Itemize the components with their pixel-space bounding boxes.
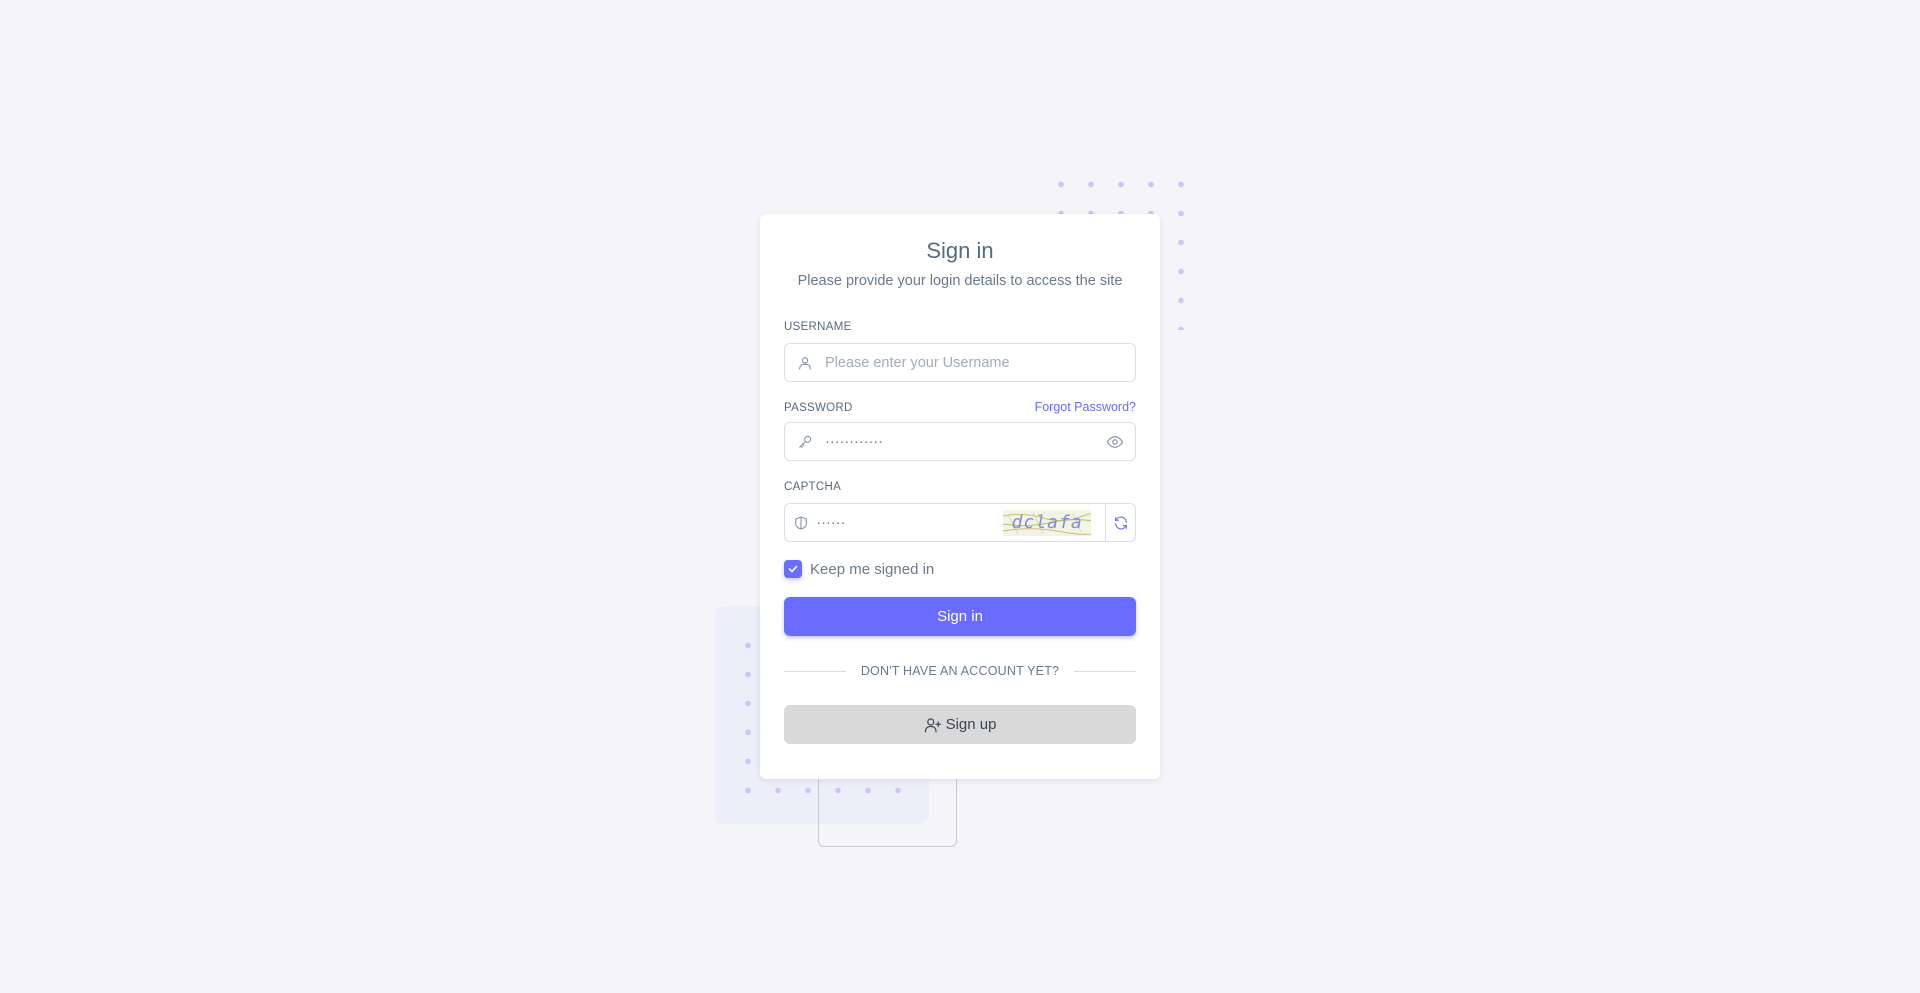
divider-line-left xyxy=(784,670,846,672)
user-plus-icon xyxy=(924,717,941,732)
captcha-label: CAPTCHA xyxy=(784,481,842,493)
captcha-image-text: dclafa xyxy=(1011,512,1083,533)
password-input[interactable] xyxy=(825,423,1095,460)
signin-card: Sign in Please provide your login detail… xyxy=(760,214,1160,779)
password-group: PASSWORD Forgot Password? xyxy=(784,400,1136,461)
eye-icon[interactable] xyxy=(1095,423,1135,460)
refresh-captcha-button[interactable] xyxy=(1105,504,1135,541)
captcha-field[interactable]: dclafa xyxy=(784,503,1136,542)
username-label: USERNAME xyxy=(784,321,852,333)
divider: DON'T HAVE AN ACCOUNT YET? xyxy=(784,664,1137,678)
username-group: USERNAME xyxy=(784,321,1136,382)
captcha-group: CAPTCHA dclafa xyxy=(784,481,1136,542)
user-icon xyxy=(785,344,825,381)
username-field[interactable] xyxy=(784,343,1136,382)
captcha-input[interactable] xyxy=(816,504,1004,541)
page-subtitle: Please provide your login details to acc… xyxy=(797,273,1123,289)
remember-row: Keep me signed in xyxy=(784,560,1136,578)
shield-icon xyxy=(785,504,816,541)
password-field[interactable] xyxy=(784,422,1136,461)
remember-label[interactable]: Keep me signed in xyxy=(810,561,934,578)
username-input[interactable] xyxy=(825,344,1135,381)
signup-button[interactable]: Sign up xyxy=(784,705,1136,744)
check-icon xyxy=(788,565,798,573)
divider-text: DON'T HAVE AN ACCOUNT YET? xyxy=(860,664,1060,678)
divider-line-right xyxy=(1074,670,1137,672)
password-label-row: PASSWORD Forgot Password? xyxy=(784,400,1136,414)
page: Sign in Please provide your login detail… xyxy=(0,0,1920,993)
forgot-password-link[interactable]: Forgot Password? xyxy=(1035,400,1136,414)
signup-button-label: Sign up xyxy=(945,716,997,733)
page-title: Sign in xyxy=(926,238,994,263)
key-icon xyxy=(785,423,825,460)
remember-checkbox[interactable] xyxy=(784,560,802,578)
password-label: PASSWORD xyxy=(784,402,853,414)
captcha-image: dclafa xyxy=(1003,509,1092,536)
refresh-icon xyxy=(1114,516,1127,529)
signin-button[interactable]: Sign in xyxy=(784,597,1136,636)
